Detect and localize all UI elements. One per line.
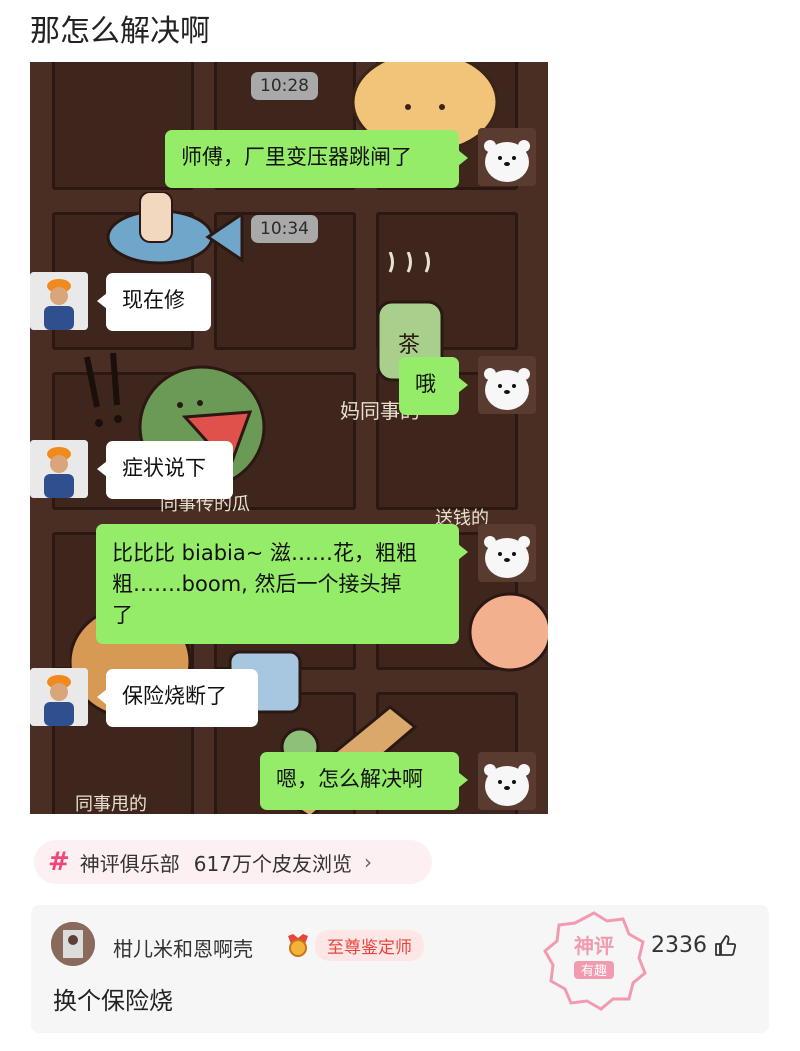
- svg-text:同事甩的: 同事甩的: [75, 794, 147, 814]
- user-badge: 至尊鉴定师: [285, 929, 424, 961]
- worker-avatar[interactable]: [30, 668, 88, 726]
- sent-message-bubble[interactable]: 嗯，怎么解决啊: [260, 752, 468, 810]
- topic-views: 617万个皮友浏览: [193, 851, 352, 876]
- received-message-bubble[interactable]: 症状说下: [97, 441, 233, 499]
- medal-icon: [288, 934, 308, 957]
- user-photo-icon: [51, 922, 95, 966]
- topic-name: 神评俱乐部: [79, 851, 180, 876]
- ice-bear-icon: [484, 764, 530, 806]
- comment-card[interactable]: 柑儿米和恩啊壳 至尊鉴定师 换个保险烧 神评 有趣 2336: [31, 905, 769, 1033]
- ice-bear-icon: [484, 536, 530, 578]
- topic-tag[interactable]: # 神评俱乐部 617万个皮友浏览 ›: [34, 840, 432, 884]
- message-line: 粗…….boom, 然后一个接头掉: [112, 572, 402, 596]
- bear-avatar[interactable]: [478, 128, 536, 186]
- stamp-line2: 有趣: [581, 964, 607, 979]
- ice-bear-icon: [484, 368, 530, 410]
- electrician-icon: [30, 272, 88, 330]
- received-message-bubble[interactable]: 保险烧断了: [97, 669, 258, 727]
- sent-message-bubble[interactable]: 比比比 biabia~ 滋……花，粗粗 粗…….boom, 然后一个接头掉 了: [96, 524, 468, 644]
- bear-avatar[interactable]: [478, 524, 536, 582]
- worker-avatar[interactable]: [30, 440, 88, 498]
- stamp-line1: 神评: [574, 934, 614, 958]
- thumbs-up-icon: [715, 934, 737, 956]
- timestamp: 10:34: [251, 215, 318, 243]
- commenter-username[interactable]: 柑儿米和恩啊壳: [113, 933, 253, 962]
- post-title: 那怎么解决啊: [30, 14, 210, 49]
- commenter-avatar[interactable]: [51, 922, 95, 966]
- chevron-right-icon: ›: [363, 850, 372, 874]
- electrician-icon: [30, 668, 88, 726]
- bear-avatar[interactable]: [478, 752, 536, 810]
- bear-avatar[interactable]: [478, 356, 536, 414]
- wallpaper-label-4: 同事甩的: [75, 794, 147, 814]
- ice-bear-icon: [484, 140, 530, 182]
- badge-label: 至尊鉴定师: [315, 929, 424, 961]
- like-count: 2336: [651, 933, 707, 958]
- sent-message-bubble[interactable]: 师傅，厂里变压器跳闸了: [165, 130, 468, 188]
- message-line: 比比比 biabia~ 滋……花，粗粗: [112, 541, 418, 565]
- god-comment-stamp-icon: 神评 有趣: [543, 911, 647, 1011]
- fish-doodle: [106, 192, 244, 265]
- timestamp: 10:28: [251, 72, 318, 100]
- sent-message-bubble[interactable]: 哦: [399, 357, 468, 415]
- received-message-bubble[interactable]: 现在修: [97, 273, 211, 331]
- comment-text: 换个保险烧: [53, 987, 173, 1015]
- wallpaper-tea-text: 茶: [398, 333, 420, 358]
- message-line: 了: [112, 603, 133, 627]
- exclaim-doodle: [84, 352, 122, 427]
- chat-screenshot: 茶 妈同事的 同事传的瓜 送钱的 同事甩的 10:28 10:34 师傅，厂里变…: [30, 62, 548, 814]
- like-button[interactable]: 2336: [651, 933, 737, 958]
- hashtag-icon: #: [48, 847, 70, 877]
- worker-avatar[interactable]: [30, 272, 88, 330]
- electrician-icon: [30, 440, 88, 498]
